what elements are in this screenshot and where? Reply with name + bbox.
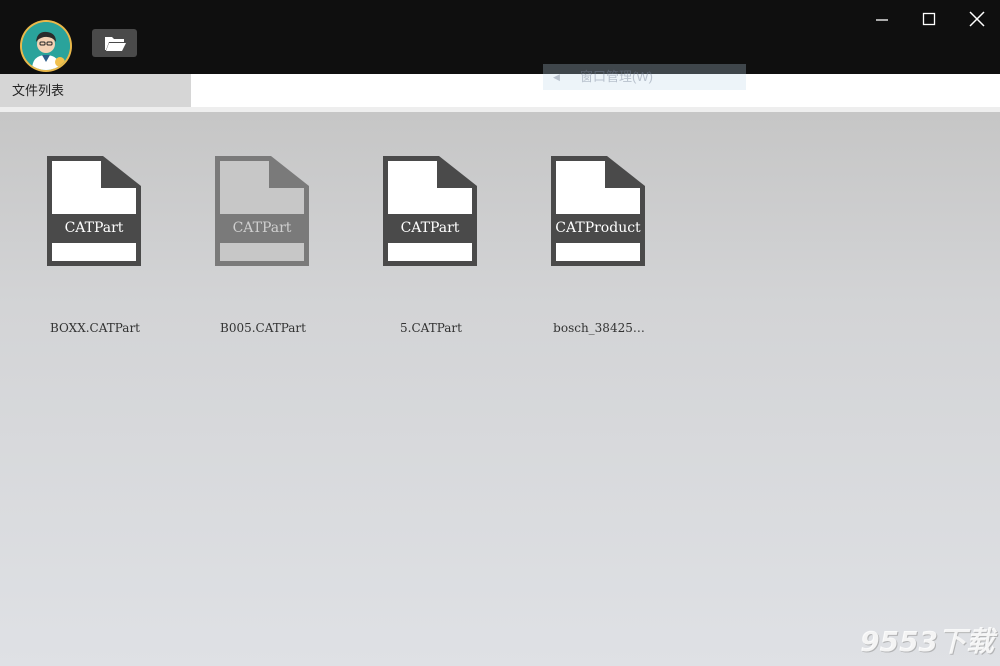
catproduct-file-icon: [551, 156, 645, 266]
file-item[interactable]: CATPart B005.CATPart: [168, 154, 318, 335]
catpart-file-icon: [383, 156, 477, 266]
maximize-button[interactable]: [911, 6, 947, 32]
minimize-icon: [876, 19, 888, 21]
file-type-badge: CATPart: [64, 220, 124, 236]
file-name: B005.CATPart: [220, 321, 306, 335]
open-folder-button[interactable]: [92, 29, 137, 57]
file-grid: CATPart BOXX.CATPart CATPart B005.CATPar…: [0, 112, 1000, 666]
file-name: BOXX.CATPart: [49, 321, 140, 335]
file-item[interactable]: CATPart 5.CATPart: [336, 154, 486, 335]
tab-bar: 文件列表 ◀ 窗口管理(W): [0, 64, 1000, 107]
user-avatar-graphic: [22, 22, 70, 70]
file-type-badge: CATPart: [232, 220, 292, 236]
title-bar: [0, 0, 1000, 74]
tab-file-list[interactable]: 文件列表: [0, 74, 191, 107]
file-name: bosch_38425…: [553, 321, 645, 335]
file-item[interactable]: CATPart BOXX.CATPart: [0, 154, 150, 335]
avatar-icon[interactable]: [22, 22, 70, 70]
catpart-file-icon: [47, 156, 141, 266]
close-icon: [969, 11, 985, 27]
file-name: 5.CATPart: [400, 321, 462, 335]
catpart-file-icon: [215, 156, 309, 266]
file-type-badge: CATProduct: [555, 220, 641, 236]
maximize-icon: [922, 12, 936, 26]
caret-icon: ◀: [553, 72, 560, 82]
window-menu-label: 窗口管理(W): [580, 69, 653, 84]
window-menu-ghost: ◀ 窗口管理(W): [543, 64, 746, 90]
close-button[interactable]: [959, 6, 995, 32]
file-item[interactable]: CATProduct bosch_38425…: [504, 154, 654, 335]
minimize-button[interactable]: [864, 6, 900, 32]
watermark-logo: 9553下载: [860, 625, 994, 658]
file-type-badge: CATPart: [400, 220, 460, 236]
folder-open-icon: [104, 37, 126, 51]
